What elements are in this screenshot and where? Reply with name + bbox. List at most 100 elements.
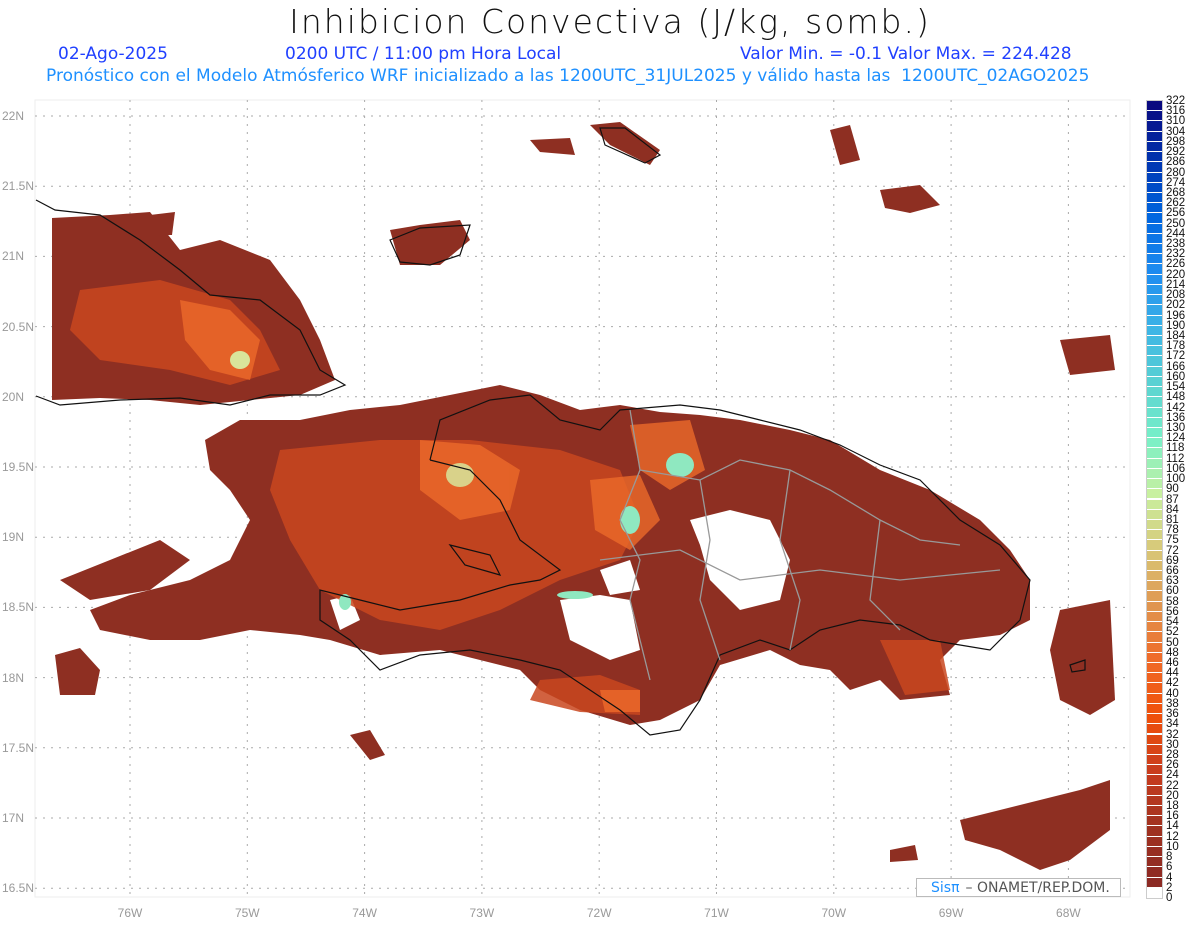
- colorbar-swatch: [1147, 438, 1162, 448]
- colorbar-swatch: [1147, 458, 1162, 468]
- colorbar-swatch: [1147, 141, 1162, 152]
- colorbar-swatch: [1147, 744, 1162, 754]
- colorbar-swatch: [1147, 336, 1162, 346]
- colorbar-swatch: [1147, 325, 1162, 335]
- colorbar-swatch: [1147, 703, 1162, 714]
- colorbar-swatch: [1147, 795, 1162, 806]
- colorbar-swatch: [1147, 203, 1162, 213]
- colorbar-label: 60: [1166, 585, 1179, 598]
- colorbar-swatch: [1147, 407, 1162, 417]
- colorbar-swatch: [1147, 366, 1162, 376]
- colorbar-swatch: [1147, 417, 1162, 427]
- lon-tick-label: 72W: [586, 906, 612, 920]
- colorbar-swatch: [1147, 121, 1162, 131]
- colorbar-swatch: [1147, 152, 1162, 162]
- colorbar-label: 6: [1166, 861, 1173, 874]
- colorbar-swatch: [1147, 305, 1162, 315]
- colorbar-swatch: [1147, 601, 1162, 611]
- colorbar-label: 310: [1166, 115, 1186, 128]
- colorbar-label: 34: [1166, 718, 1179, 731]
- colorbar-swatch: [1147, 182, 1162, 192]
- colorbar-swatch: [1147, 652, 1162, 662]
- colorbar-swatch: [1147, 846, 1162, 857]
- lat-tick-label: 17N: [2, 811, 25, 825]
- colorbar-swatch: [1147, 479, 1162, 489]
- lat-tick-label: 20.5N: [2, 319, 35, 334]
- colorbar-label: 42: [1166, 677, 1179, 690]
- credit-box: Sisπ – ONAMET/REP.DOM.: [916, 878, 1121, 897]
- colorbar-swatch: [1147, 519, 1162, 530]
- colorbar-swatch: [1147, 101, 1162, 111]
- colorbar-swatch: [1147, 724, 1162, 734]
- colorbar-label: 52: [1166, 626, 1179, 639]
- colorbar-swatch: [1147, 346, 1162, 356]
- colorbar-swatch: [1147, 622, 1162, 632]
- colorbar-swatch: [1147, 734, 1162, 744]
- lat-tick-label: 18.5N: [2, 600, 35, 615]
- colorbar-label: 226: [1166, 258, 1186, 271]
- colorbar-swatch: [1147, 662, 1162, 673]
- colorbar-swatch: [1147, 295, 1162, 305]
- colorbar-swatch: [1147, 264, 1162, 274]
- colorbar-label: 172: [1166, 350, 1186, 363]
- colorbar-swatch: [1147, 754, 1162, 765]
- colorbar-swatch: [1147, 284, 1162, 295]
- lat-tick-label: 21.5N: [2, 179, 35, 194]
- colorbar-swatch: [1147, 611, 1162, 622]
- lat-tick-label: 18N: [2, 670, 25, 685]
- colorbar-swatch: [1147, 591, 1162, 601]
- colorbar-swatch: [1147, 131, 1162, 141]
- colorbar-swatch: [1147, 714, 1162, 724]
- colorbar-swatch: [1147, 489, 1162, 499]
- lat-tick-label: 21N: [2, 249, 25, 264]
- colorbar-swatch: [1147, 233, 1162, 244]
- colorbar-swatch: [1147, 632, 1162, 642]
- colorbar-label: 148: [1166, 391, 1186, 404]
- colorbar-label: 0: [1166, 892, 1173, 904]
- colorbar-swatch: [1147, 499, 1162, 509]
- colorbar-swatch: [1147, 836, 1162, 846]
- cin-map: [34, 99, 1131, 898]
- lat-tick-label: 22N: [2, 109, 25, 123]
- colorbar-swatch: [1147, 673, 1162, 683]
- lon-tick-label: 69W: [938, 906, 964, 920]
- colorbar-swatch: [1147, 356, 1162, 366]
- field-east-sea: [1050, 600, 1115, 715]
- colorbar-swatch: [1147, 509, 1162, 519]
- colorbar: [1146, 100, 1163, 899]
- colorbar-swatch: [1147, 877, 1162, 887]
- colorbar-swatch: [1147, 642, 1162, 652]
- colorbar-swatch: [1147, 683, 1162, 693]
- colorbar-swatch: [1147, 540, 1162, 550]
- colorbar-swatch: [1147, 315, 1162, 325]
- lon-tick-label: 71W: [704, 906, 729, 920]
- lat-tick-label: 17.5N: [2, 740, 35, 755]
- colorbar-swatch: [1147, 387, 1162, 397]
- colorbar-label: 32: [1166, 728, 1179, 741]
- colorbar-label: 14: [1166, 820, 1179, 833]
- colorbar-swatch: [1147, 775, 1162, 785]
- credit-text: – ONAMET/REP.DOM.: [965, 879, 1110, 896]
- colorbar-swatch: [1147, 530, 1162, 540]
- lon-tick-label: 74W: [352, 906, 377, 920]
- colorbar-swatch: [1147, 162, 1162, 172]
- lat-tick-label: 16.5N: [2, 881, 35, 896]
- colorbar-swatch: [1147, 857, 1162, 867]
- colorbar-swatch: [1147, 887, 1162, 897]
- colorbar-swatch: [1147, 376, 1162, 387]
- colorbar-swatch: [1147, 560, 1162, 570]
- lon-tick-label: 76W: [117, 906, 143, 920]
- colorbar-label: 256: [1166, 207, 1186, 220]
- colorbar-label: 87: [1166, 493, 1179, 506]
- colorbar-swatch: [1147, 254, 1162, 264]
- colorbar-label: 24: [1166, 769, 1179, 782]
- colorbar-swatch: [1147, 826, 1162, 836]
- colorbar-swatch: [1147, 274, 1162, 284]
- lon-tick-label: 70W: [821, 906, 847, 920]
- colorbar-swatch: [1147, 581, 1162, 591]
- lon-tick-label: 68W: [1056, 906, 1081, 920]
- colorbar-swatch: [1147, 172, 1162, 182]
- colorbar-swatch: [1147, 244, 1162, 254]
- lat-tick-label: 19N: [2, 530, 25, 545]
- colorbar-label: 90: [1166, 483, 1179, 496]
